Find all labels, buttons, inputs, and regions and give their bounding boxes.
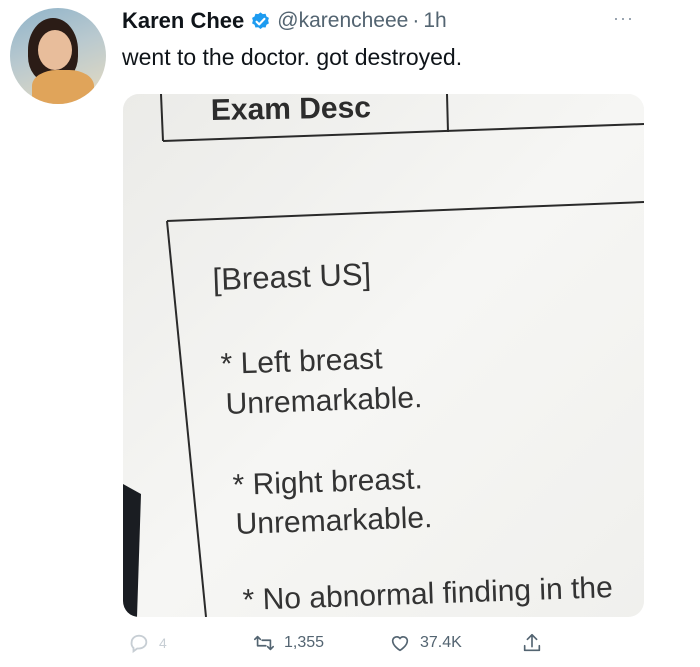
photo-line: * Right breast. <box>232 462 423 502</box>
avatar-face <box>38 30 72 70</box>
separator-dot: · <box>412 9 420 32</box>
photo-drawing: Exam Desc [Breast US] * Left breast Unre… <box>123 94 644 617</box>
author-handle[interactable]: @karencheee <box>277 9 408 33</box>
paper-background <box>123 94 644 617</box>
reply-button[interactable]: 4 <box>127 632 167 654</box>
reply-count: 4 <box>159 635 167 651</box>
action-bar: 4 1,355 37.4K <box>0 632 700 666</box>
verified-badge-icon <box>250 11 271 32</box>
like-count: 37.4K <box>420 634 462 651</box>
reply-icon <box>130 634 148 654</box>
like-button[interactable]: 37.4K <box>388 632 462 654</box>
photo-line: Unremarkable. <box>235 501 433 541</box>
tweet-photo[interactable]: Exam Desc [Breast US] * Left breast Unre… <box>123 94 644 617</box>
form-line <box>446 94 449 133</box>
author-name[interactable]: Karen Chee <box>122 8 244 34</box>
timestamp[interactable]: 1h <box>423 9 446 33</box>
avatar[interactable] <box>10 8 106 104</box>
exam-desc-label: Exam Desc <box>211 94 372 127</box>
tweet-header: Karen Chee @karencheee · 1h <box>122 6 447 36</box>
more-icon[interactable]: ··· <box>613 8 634 29</box>
retweet-count: 1,355 <box>284 634 325 651</box>
photo-line: Unremarkable. <box>225 381 423 421</box>
retweet-button[interactable]: 1,355 <box>252 632 324 654</box>
share-icon <box>523 633 541 652</box>
tweet-text: went to the doctor. got destroyed. <box>122 44 463 70</box>
photo-line: [Breast US] <box>212 256 372 297</box>
avatar-body <box>32 70 94 104</box>
like-icon <box>391 636 409 652</box>
photo-line: * Left breast <box>220 342 383 381</box>
retweet-icon <box>254 635 274 651</box>
share-button[interactable] <box>520 632 544 654</box>
